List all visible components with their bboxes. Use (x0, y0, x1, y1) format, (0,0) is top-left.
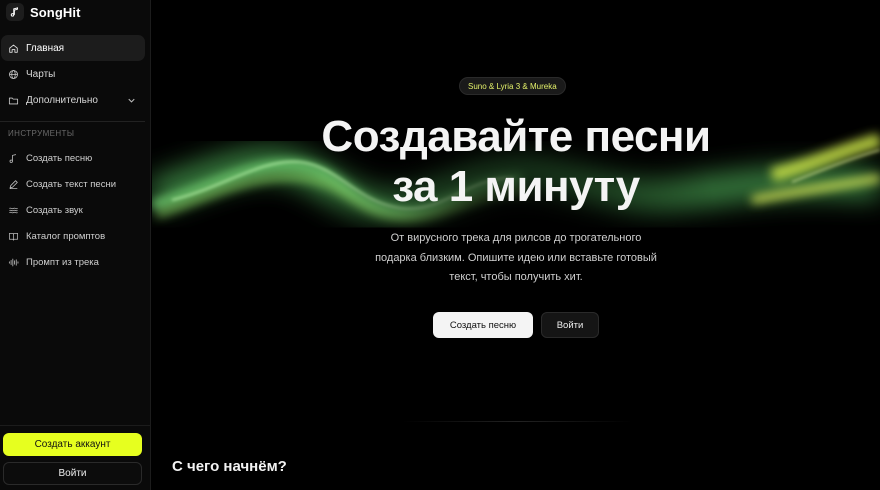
main-content: Suno & Lyria 3 & Mureka Создавайте песни… (152, 0, 880, 490)
section-divider (402, 421, 632, 422)
create-account-button[interactable]: Создать аккаунт (3, 433, 142, 456)
pen-icon (9, 179, 18, 189)
sidebar-item-label: Дополнительно (26, 94, 98, 106)
sidebar-item-prompt-catalog[interactable]: Каталог промптов (1, 223, 145, 249)
folder-icon (8, 97, 19, 104)
tools-list: Создать песню Создать текст песни Создат… (1, 145, 145, 275)
main-nav: Главная Чарты Дополнительно (1, 35, 145, 113)
sidebar-item-label: Главная (26, 42, 65, 54)
sidebar-divider (0, 121, 145, 122)
globe-icon (9, 69, 18, 79)
waves-icon (9, 207, 18, 213)
sidebar-item-charts[interactable]: Чарты (1, 61, 145, 87)
audio-lines-icon (8, 258, 19, 266)
hero-subtitle: От вирусного трека для рилсов до трогате… (341, 229, 691, 288)
sidebar-login-button[interactable]: Войти (3, 462, 142, 485)
sidebar-item-prompt-from-track[interactable]: Промпт из трека (1, 249, 145, 275)
sidebar-item-home[interactable]: Главная (1, 35, 145, 61)
sidebar-item-label: Каталог промптов (26, 230, 106, 242)
brand-name: SongHit (30, 4, 81, 20)
models-badge: Suno & Lyria 3 & Mureka (459, 77, 566, 95)
home-icon (9, 44, 18, 53)
music-note-icon (9, 153, 17, 163)
sidebar-item-label: Промпт из трека (26, 256, 99, 268)
sidebar-item-label: Чарты (26, 68, 56, 80)
hero-title: Создавайте песни за 1 минуту (152, 112, 880, 212)
sidebar-item-create-song[interactable]: Создать песню (1, 145, 145, 171)
sidebar-item-create-sound[interactable]: Создать звук (1, 197, 145, 223)
hero-title-line-2: за 1 минуту (392, 162, 640, 211)
sidebar: SongHit Главная Чарты Дополнительно ИНСТ… (0, 0, 151, 490)
create-song-button[interactable]: Создать песню (433, 312, 533, 338)
section-title: С чего начнём? (172, 458, 287, 475)
hero-login-button[interactable]: Войти (541, 312, 599, 338)
book-icon (8, 232, 19, 241)
brand[interactable]: SongHit (6, 3, 81, 21)
hero-subtitle-line-3: текст, чтобы получить хит. (449, 271, 583, 283)
sidebar-item-create-lyrics[interactable]: Создать текст песни (1, 171, 145, 197)
sidebar-item-label: Создать звук (26, 204, 83, 216)
tools-section-label: ИНСТРУМЕНТЫ (8, 129, 75, 138)
hero-subtitle-line-1: От вирусного трека для рилсов до трогате… (390, 232, 642, 244)
hero-title-line-1: Создавайте песни (321, 112, 711, 161)
music-note-icon (6, 3, 24, 21)
sidebar-item-label: Создать песню (26, 152, 93, 164)
chevron-down-icon[interactable] (126, 95, 137, 106)
sidebar-footer: Создать аккаунт Войти (0, 425, 151, 490)
hero-subtitle-line-2: подарка близким. Опишите идею или вставь… (375, 251, 657, 264)
sidebar-item-more[interactable]: Дополнительно (1, 87, 145, 113)
sidebar-item-label: Создать текст песни (26, 178, 117, 190)
